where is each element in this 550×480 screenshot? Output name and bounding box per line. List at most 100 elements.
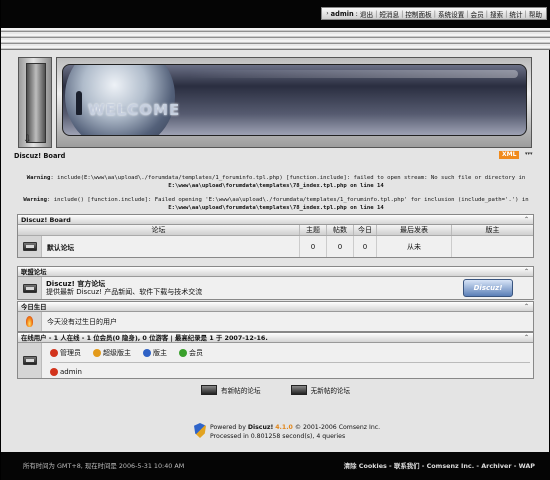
birthday-section: 今日生日 ⌃ 今天没有过生日的用户	[17, 301, 534, 332]
forum-section: Discuz! Board ⌃ 论坛 主题 帖数 今日 最后发表 版主 默认论坛…	[17, 214, 534, 258]
union-desc: 提供最新 Discuz! 产品新闻、软件下载与技术交流	[46, 288, 203, 296]
xml-feed-button[interactable]: XML	[499, 151, 520, 159]
discuz-shield-icon	[194, 423, 206, 438]
union-section: 联盟论坛 ⌃ Discuz! 官方论坛 提供最新 Discuz! 产品新闻、软件…	[17, 266, 534, 300]
collapse-icon[interactable]: ⌃	[524, 215, 529, 225]
nav-control-panel[interactable]: 控制面板	[405, 9, 431, 19]
forum-status-icon	[18, 236, 42, 257]
legend-no-new-posts: 无新帖的论坛	[290, 385, 350, 395]
col-today: 今日	[353, 225, 376, 235]
union-name[interactable]: Discuz! 官方论坛	[46, 280, 202, 288]
footer: 所有时间为 GMT+8, 现在时间是 2006-5-31 10:40 AM 清除…	[1, 452, 550, 480]
header-stripes	[1, 28, 550, 50]
cake-icon	[26, 316, 33, 327]
forum-today: 0	[353, 236, 376, 257]
member-icon	[179, 348, 187, 357]
forum-posts: 0	[326, 236, 353, 257]
footer-time: 所有时间为 GMT+8, 现在时间是 2006-5-31 10:40 AM	[23, 462, 185, 470]
figure-image	[76, 91, 82, 115]
banner-glare	[188, 70, 518, 78]
top-nav: › admin: 退出 | 短消息 | 控制面板 | 系统设置 | 会员 | 搜索 | 统计…	[321, 7, 547, 20]
forum-table-header: 论坛 主题 帖数 今日 最后发表 版主	[18, 225, 533, 236]
collapse-icon[interactable]: ⌃	[524, 302, 529, 312]
forum-name[interactable]: 默认论坛	[42, 242, 299, 252]
page: › admin: 退出 | 短消息 | 控制面板 | 系统设置 | 会员 | 搜索 | 统计…	[0, 0, 550, 480]
birthday-row: 今天没有过生日的用户	[18, 312, 533, 331]
welcome-reflection: WELCOME	[88, 104, 181, 115]
forum-last-post: 从未	[376, 236, 451, 257]
online-row: 管理员 超级版主 版主 会员 admin	[18, 343, 533, 378]
warning-label: Warning	[23, 197, 47, 203]
online-section-title[interactable]: 在线用户 - 1 人在线 - 1 位会员(0 隐身), 0 位游客 | 最高纪录…	[21, 334, 268, 342]
online-content: 管理员 超级版主 版主 会员 admin	[42, 343, 530, 378]
warning-text: : include(E:\www\aa\upload\./forumdata/t…	[50, 175, 526, 181]
nav-username[interactable]: admin	[331, 10, 354, 18]
forum-moderator	[451, 236, 533, 257]
xml-arrow-icon: ▾▾▾	[525, 151, 533, 157]
warning-1: Warning: include(E:\www\aa\upload\./foru…	[21, 174, 531, 190]
online-user[interactable]: admin	[50, 366, 530, 377]
birthday-section-header: 今日生日 ⌃	[18, 302, 533, 312]
forum-topics: 0	[299, 236, 326, 257]
col-moderator: 版主	[451, 225, 533, 235]
union-info: Discuz! 官方论坛 提供最新 Discuz! 产品新闻、软件下载与技术交流	[42, 280, 202, 296]
nav-system-settings[interactable]: 系统设置	[438, 9, 464, 19]
forum-row: 默认论坛 0 0 0 从未	[18, 236, 533, 257]
nav-members[interactable]: 会员	[471, 9, 484, 19]
footer-links[interactable]: 清除 Cookies - 联系我们 - Comsenz Inc. - Archi…	[344, 461, 535, 470]
online-icon	[18, 343, 42, 378]
powered-product[interactable]: Discuz!	[248, 424, 273, 431]
left-scroll-bar: ⇩	[18, 57, 52, 148]
online-username[interactable]: admin	[60, 368, 82, 376]
forum-legend: 有新帖的论坛 无新帖的论坛	[201, 385, 350, 395]
powered-version: 4.1.0	[275, 424, 293, 431]
legend-supermod: 超级版主	[93, 348, 131, 358]
discuz-logo[interactable]: Discuz!	[463, 279, 513, 297]
legend-new-posts: 有新帖的论坛	[201, 385, 261, 395]
col-last-post: 最后发表	[376, 225, 451, 235]
legend-member: 会员	[179, 348, 203, 358]
online-section-header: 在线用户 - 1 人在线 - 1 位会员(0 隐身), 0 位游客 | 最高纪录…	[18, 333, 533, 343]
union-section-header: 联盟论坛 ⌃	[18, 267, 533, 277]
nav-help[interactable]: 帮助	[529, 9, 542, 19]
warning-label: Warning	[26, 175, 51, 181]
collapse-icon[interactable]: ⌃	[524, 333, 529, 343]
admin-icon	[50, 367, 58, 376]
powered-copyright[interactable]: © 2001-2006 Comsenz Inc.	[295, 424, 380, 431]
nav-arrow-icon: ›	[326, 10, 329, 17]
admin-icon	[50, 348, 58, 357]
mod-icon	[143, 348, 151, 357]
supermod-icon	[93, 348, 101, 357]
powered-by: Powered by Discuz! 4.1.0 © 2001-2006 Com…	[194, 423, 380, 441]
warning-text: : include() [function.include]: Failed o…	[46, 197, 529, 203]
nav-logout[interactable]: 退出	[360, 9, 373, 19]
birthday-section-title: 今日生日	[21, 303, 47, 311]
top-bar: › admin: 退出 | 短消息 | 控制面板 | 系统设置 | 会员 | 搜索 | 统计…	[1, 0, 550, 28]
welcome-banner: WELCOME WELCOME	[56, 57, 532, 148]
no-new-posts-icon	[290, 385, 307, 395]
online-section: 在线用户 - 1 人在线 - 1 位会员(0 隐身), 0 位游客 | 最高纪录…	[17, 332, 534, 379]
union-row: Discuz! 官方论坛 提供最新 Discuz! 产品新闻、软件下载与技术交流…	[18, 277, 533, 299]
nav-search[interactable]: 搜索	[490, 9, 503, 19]
union-section-title: 联盟论坛	[21, 268, 47, 276]
forum-section-title[interactable]: Discuz! Board	[21, 216, 71, 224]
online-divider	[50, 362, 530, 363]
nav-messages[interactable]: 短消息	[379, 9, 399, 19]
legend-admin: 管理员	[50, 348, 81, 358]
new-posts-icon	[201, 385, 217, 395]
collapse-icon[interactable]: ⌃	[524, 267, 529, 277]
warning-path: E:\www\aa\upload\forumdata\templates\78_…	[168, 205, 384, 211]
legend-mod: 版主	[143, 348, 167, 358]
forum-section-header: Discuz! Board ⌃	[18, 215, 533, 225]
warning-2: Warning: include() [function.include]: F…	[21, 196, 531, 212]
banner-screen: WELCOME WELCOME	[62, 64, 527, 136]
online-legend: 管理员 超级版主 版主 会员	[50, 346, 530, 359]
nav-stats[interactable]: 统计	[509, 9, 522, 19]
birthday-icon	[18, 312, 42, 331]
down-arrow-icon: ⇩	[23, 134, 32, 145]
board-title[interactable]: Discuz! Board	[14, 152, 65, 160]
col-forum: 论坛	[151, 226, 166, 234]
left-bar-inner	[26, 63, 46, 143]
col-posts: 帖数	[326, 225, 353, 235]
birthday-text: 今天没有过生日的用户	[47, 317, 117, 326]
